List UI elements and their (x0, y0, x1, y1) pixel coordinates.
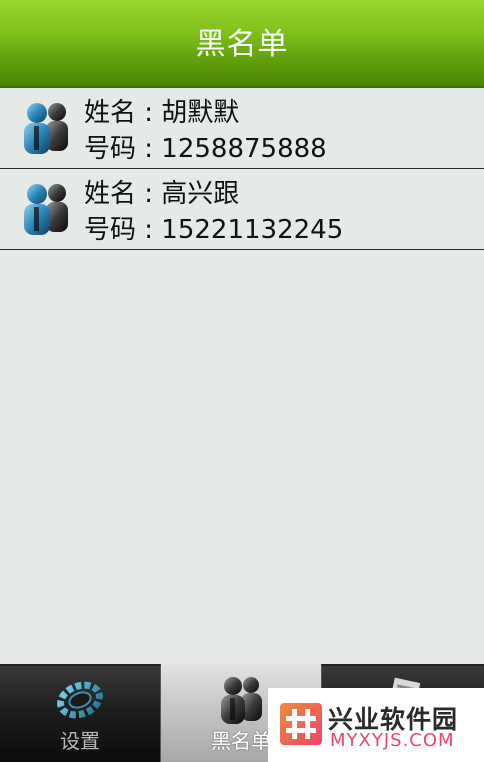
hash-logo-icon (280, 703, 322, 745)
people-icon (24, 184, 68, 235)
tab-settings-label: 设置 (60, 729, 100, 753)
gear-icon (57, 681, 103, 719)
list-item[interactable]: 姓名 : 高兴跟 号码 : 15221132245 (0, 169, 484, 250)
contact-phone: 号码 : 15221132245 (84, 215, 344, 245)
blacklist-screen: 黑名单 姓名: 胡默默 号码: 1258875888 姓名: 高兴跟 号码… (0, 0, 484, 762)
watermark-subtitle: MYXYJS.COM (330, 730, 455, 751)
list-item[interactable]: 姓名 : 胡默默 号码 : 1258875888 (0, 88, 484, 169)
tab-settings[interactable]: 设置 (0, 664, 161, 762)
page-title: 黑名单 (195, 27, 289, 62)
contact-phone: 号码 : 1258875888 (84, 134, 327, 164)
title-bar: 黑名单 (0, 0, 484, 88)
blacklist-list: 姓名 : 胡默默 号码 : 1258875888 姓名 : 高兴跟 号码 : 1… (0, 88, 484, 250)
watermark: 兴业软件园 MYXYJS.COM (268, 688, 484, 762)
people-icon (24, 103, 68, 154)
people-icon (221, 677, 262, 724)
contact-name: 姓名 : 胡默默 (84, 98, 240, 128)
contact-name: 姓名 : 高兴跟 (84, 179, 240, 209)
